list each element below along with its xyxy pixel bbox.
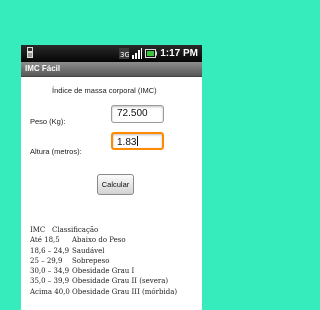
- svg-text:3G: 3G: [120, 51, 129, 59]
- table-row: 30,0 – 34,9 Obesidade Grau I: [30, 266, 177, 276]
- header-classificacao: Classificação: [52, 226, 99, 234]
- header-imc: IMC: [30, 226, 46, 234]
- table-row: 18,6 – 24,9 Saudável: [30, 246, 177, 256]
- classification-label: Sobrepeso: [72, 256, 110, 265]
- screen-background: { "status_bar": { "time": "1:17 PM" }, "…: [0, 0, 236, 310]
- altura-input-value: 1.83: [117, 137, 137, 148]
- altura-input[interactable]: 1.83: [111, 132, 164, 150]
- classification-label: Abaixo do Peso: [72, 236, 126, 245]
- imc-range: Acima 40,0: [30, 287, 70, 296]
- imc-range: 18,6 – 24,9: [30, 246, 70, 255]
- peso-label: Peso (Kg):: [30, 117, 66, 126]
- classification-label: Obesidade Grau I: [72, 267, 135, 276]
- table-row: 25 – 29,9 Sobrepeso: [30, 256, 177, 266]
- app-title: IMC Fácil: [25, 64, 61, 73]
- table-row: 35,0 – 39,9 Obesidade Grau II (severa): [30, 276, 177, 286]
- status-clock: 1:17 PM: [160, 48, 198, 59]
- imc-range: 30,0 – 34,9: [30, 267, 70, 276]
- peso-input-value: 72.500: [117, 108, 148, 119]
- altura-label: Altura (metros):: [30, 147, 82, 156]
- table-row: Até 18,5 Abaixo do Peso: [30, 235, 177, 245]
- form-heading: Índice de massa corporal (IMC): [52, 86, 157, 95]
- calcular-button[interactable]: Calcular: [97, 174, 134, 195]
- phone-screen: 3G 1:17 PM IMC Fácil Índice de massa cor…: [21, 45, 202, 310]
- classification-label: Obesidade Grau II (severa): [72, 277, 169, 286]
- text-cursor: [137, 136, 139, 146]
- classification-label: Saudável: [72, 246, 105, 255]
- signal-icon: [132, 48, 143, 59]
- classification-table: IMC Classificação Até 18,5 Abaixo do Pes…: [30, 225, 177, 297]
- battery-icon: [145, 49, 158, 58]
- sd-card-icon: [27, 47, 33, 58]
- status-bar: 3G 1:17 PM: [21, 45, 202, 62]
- table-row: Acima 40,0 Obesidade Grau III (mórbida): [30, 287, 177, 297]
- classification-label: Obesidade Grau III (mórbida): [72, 287, 178, 296]
- app-title-bar: IMC Fácil: [21, 62, 202, 77]
- status-icons: 3G 1:17 PM: [119, 47, 198, 60]
- imc-range: Até 18,5: [30, 236, 60, 245]
- table-header: IMC Classificação: [30, 225, 177, 235]
- data-network-icon: 3G: [119, 48, 130, 59]
- imc-range: 35,0 – 39,9: [30, 277, 70, 286]
- peso-input[interactable]: 72.500: [111, 105, 164, 123]
- imc-range: 25 – 29,9: [30, 256, 63, 265]
